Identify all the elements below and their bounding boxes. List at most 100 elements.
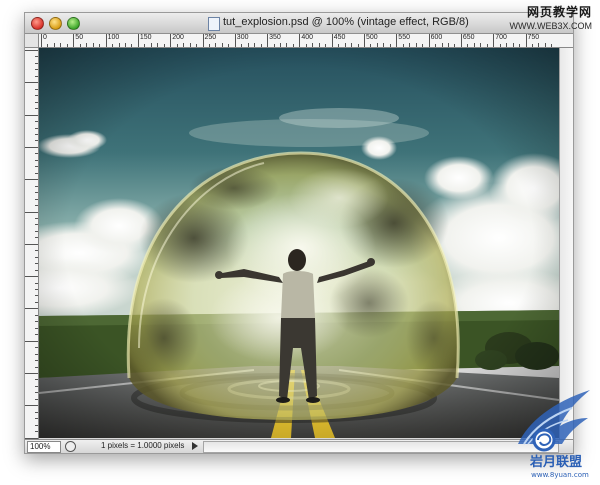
ruler-minor-tick — [357, 44, 359, 47]
ruler-minor-tick — [499, 44, 501, 47]
vertical-ruler[interactable] — [25, 48, 39, 439]
ruler-tick — [35, 153, 38, 155]
ruler-tick — [35, 263, 38, 265]
ruler-tick — [35, 133, 38, 135]
ruler-tick — [35, 172, 38, 174]
ruler-tick — [35, 205, 38, 207]
ruler-tick — [25, 82, 38, 84]
ruler-tick — [35, 424, 38, 426]
ruler-label: 150 — [139, 34, 152, 41]
ruler-tick — [35, 166, 38, 168]
ruler-tick — [25, 373, 38, 374]
ruler-tick — [35, 127, 38, 129]
ruler-tick — [25, 405, 38, 407]
minimize-button[interactable] — [49, 17, 62, 30]
ruler-minor-tick — [344, 43, 346, 47]
ruler-major-tick — [41, 34, 42, 47]
ruler-minor-tick — [473, 43, 475, 47]
ruler-tick — [35, 250, 38, 252]
document-icon — [208, 17, 220, 31]
ruler-tick — [25, 276, 38, 278]
ruler-minor-tick — [260, 44, 262, 47]
ruler-tick — [35, 95, 38, 97]
ruler-tick — [35, 289, 38, 291]
ruler-label: 700 — [495, 34, 507, 41]
watermark-bottom-title: 岩月联盟 — [529, 454, 582, 470]
ruler-tick — [25, 179, 38, 181]
ruler-tick — [35, 269, 38, 271]
ruler-label: 350 — [269, 34, 281, 41]
ruler-major-tick — [299, 34, 301, 47]
ruler-minor-tick — [112, 44, 114, 47]
ruler-minor-tick — [351, 43, 353, 47]
ruler-minor-tick — [280, 43, 282, 47]
ruler-minor-tick — [157, 43, 159, 47]
status-indicator-icon[interactable] — [65, 441, 76, 452]
ruler-major-tick — [73, 34, 75, 47]
ruler-tick — [35, 327, 38, 329]
ruler-label: 650 — [462, 34, 475, 41]
ruler-tick — [35, 75, 38, 77]
info-menu-arrow-icon[interactable] — [192, 442, 198, 450]
ruler-tick — [35, 121, 38, 123]
ruler-major-tick — [428, 34, 430, 47]
ruler-minor-tick — [389, 44, 391, 47]
ruler-tick — [35, 411, 38, 413]
ruler-major-tick — [493, 34, 495, 47]
ruler-label: 100 — [107, 34, 120, 41]
watermark-logo: 岩月联盟 www.8yuan.com — [518, 390, 590, 479]
ruler-major-tick — [170, 34, 172, 47]
close-button[interactable] — [31, 17, 44, 30]
vertical-scrollbar[interactable] — [559, 48, 573, 439]
ruler-tick — [35, 185, 38, 187]
ruler-label: 300 — [236, 34, 249, 41]
ruler-tick — [25, 114, 38, 116]
ruler-minor-tick — [370, 44, 372, 47]
ruler-minor-tick — [228, 44, 230, 47]
ruler-tick — [35, 108, 38, 110]
watermark-bottom-url: www.8yuan.com — [531, 471, 589, 479]
ruler-major-tick — [105, 34, 107, 47]
ruler-minor-tick — [92, 43, 94, 47]
ruler-major-tick — [234, 34, 236, 47]
ruler-major-tick — [202, 34, 204, 47]
ruler-tick — [35, 282, 38, 284]
ruler-tick — [35, 159, 38, 161]
watermark-top: 网页教学网 WWW.WEB3X.COM — [510, 3, 593, 31]
vignette — [39, 48, 559, 438]
ruler-minor-tick — [544, 43, 546, 47]
ruler-minor-tick — [286, 43, 288, 47]
ruler-tick — [25, 50, 38, 51]
ruler-minor-tick — [486, 44, 488, 47]
ruler-tick — [35, 224, 38, 226]
ruler-minor-tick — [338, 44, 340, 47]
ruler-tick — [35, 418, 38, 420]
ruler-minor-tick — [305, 44, 307, 47]
document-window: tut_explosion.psd @ 100% (vintage effect… — [24, 12, 574, 454]
document-info: 1 pixels = 1.0000 pixels — [101, 441, 185, 450]
ruler-minor-tick — [454, 44, 456, 47]
ruler-label: 550 — [398, 34, 410, 41]
ruler-minor-tick — [176, 44, 178, 47]
ruler-tick — [35, 366, 38, 368]
ruler-minor-tick — [183, 43, 185, 47]
zoom-button[interactable] — [67, 17, 80, 30]
ruler-minor-tick — [241, 44, 243, 47]
ruler-tick — [25, 340, 38, 342]
horizontal-ruler[interactable]: 0 50 100 150 200 250 300 350 400 450 500 550 600 650 7… — [39, 34, 573, 48]
ruler-minor-tick — [118, 43, 120, 47]
title-bar[interactable]: tut_explosion.psd @ 100% (vintage effect… — [25, 13, 573, 34]
status-bar: 100% 1 pixels = 1.0000 pixels — [25, 439, 573, 453]
ruler-tick — [25, 243, 38, 245]
ruler-label: 750 — [527, 34, 540, 41]
ruler-tick — [35, 62, 38, 64]
ruler-minor-tick — [53, 43, 55, 47]
ruler-tick — [35, 101, 38, 103]
ruler-tick — [35, 192, 38, 194]
ruler-origin[interactable] — [25, 34, 39, 48]
image-canvas[interactable] — [39, 48, 559, 438]
ruler-tick — [35, 353, 38, 355]
ruler-minor-tick — [519, 44, 521, 47]
zoom-level-field[interactable]: 100% — [27, 441, 61, 453]
ruler-minor-tick — [531, 44, 533, 47]
